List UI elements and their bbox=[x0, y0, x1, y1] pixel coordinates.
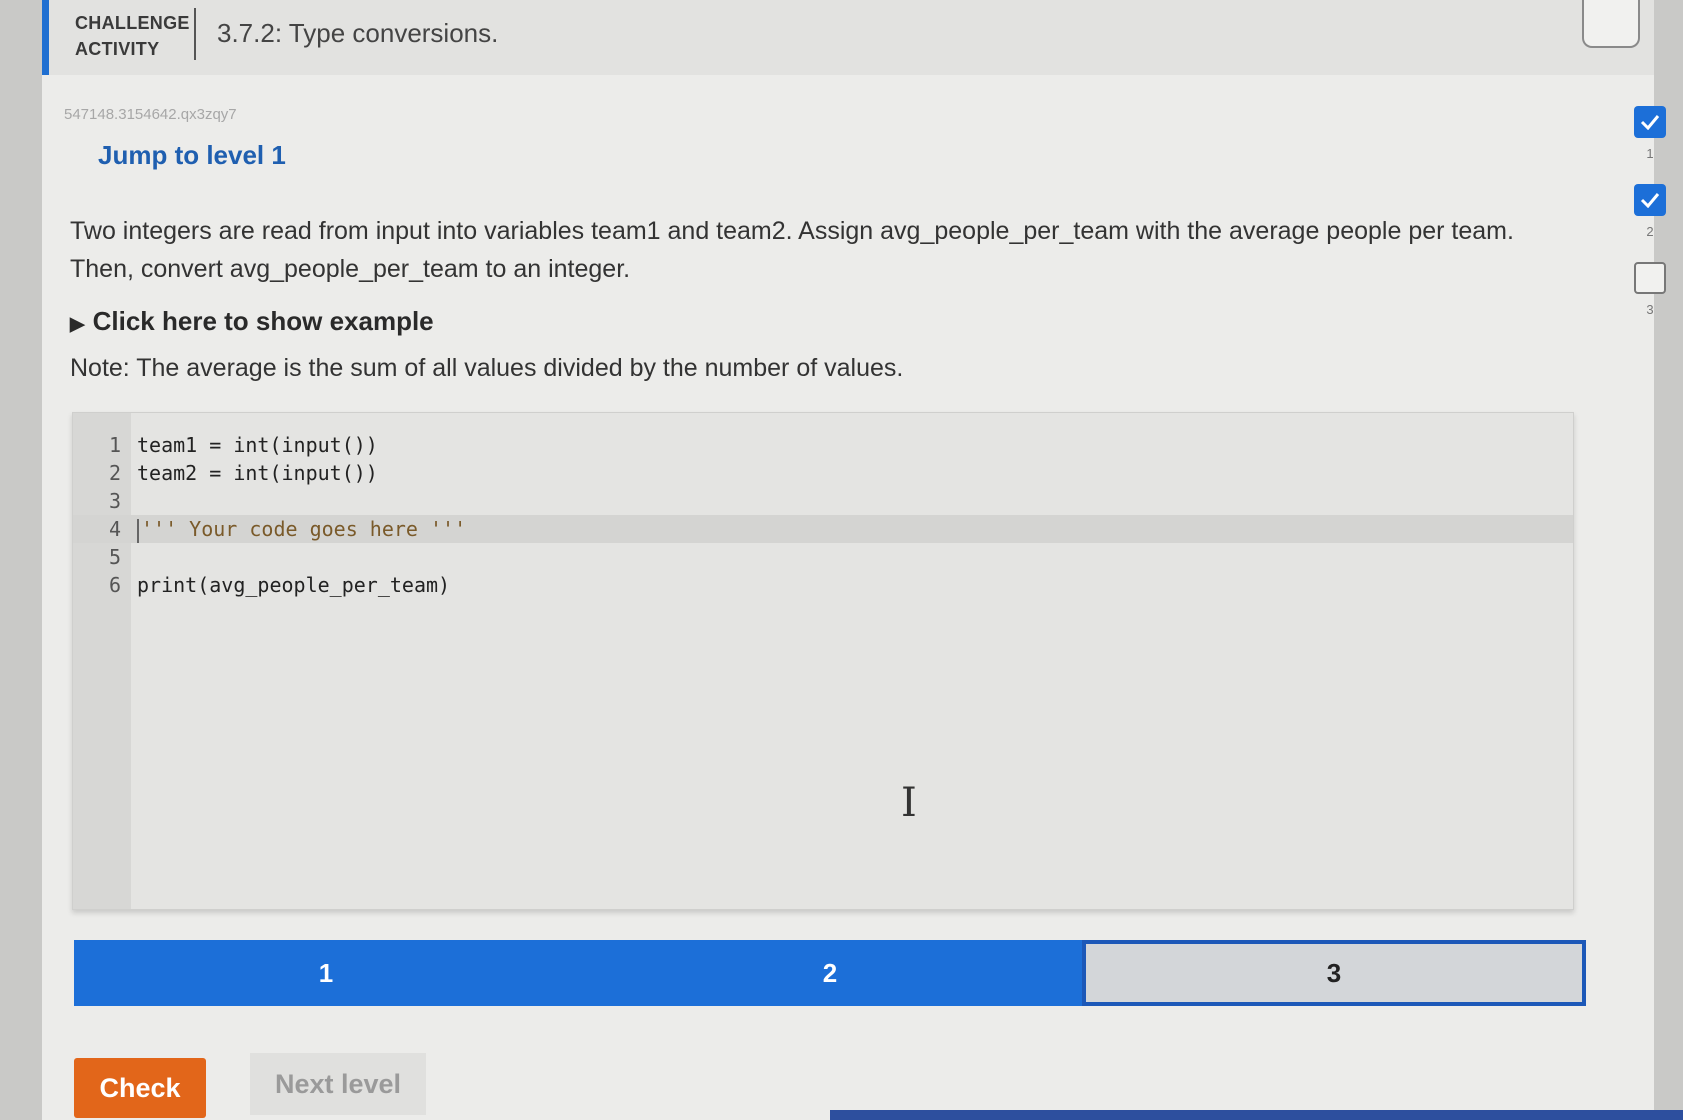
code-line[interactable]: 3 bbox=[73, 487, 1573, 515]
bottom-accent-bar bbox=[830, 1110, 1683, 1120]
line-number: 3 bbox=[108, 489, 121, 513]
code-line[interactable]: 2 team2 = int(input()) bbox=[73, 459, 1573, 487]
level-checkbox-item[interactable]: 3 bbox=[1630, 262, 1670, 340]
code-line[interactable]: 1 team1 = int(input()) bbox=[73, 431, 1573, 459]
next-level-button[interactable]: Next level bbox=[250, 1053, 426, 1115]
activity-title: 3.7.2: Type conversions. bbox=[217, 18, 499, 48]
challenge-activity-card: CHALLENGE ACTIVITY 3.7.2: Type conversio… bbox=[42, 0, 1666, 1120]
level-checkbox-item[interactable]: 2 bbox=[1630, 184, 1670, 262]
jump-to-level-link[interactable]: Jump to level 1 bbox=[98, 140, 286, 171]
progress-level-3[interactable]: 3 bbox=[1082, 940, 1586, 1006]
line-number: 4 bbox=[108, 517, 121, 541]
header-divider bbox=[194, 8, 196, 60]
line-number: 6 bbox=[108, 573, 121, 597]
level-progress-bar: 1 2 3 bbox=[74, 940, 1586, 1006]
show-example-label: Click here to show example bbox=[92, 306, 434, 336]
activity-type-label: CHALLENGE ACTIVITY bbox=[75, 10, 190, 62]
code-text[interactable]: ''' Your code goes here ''' bbox=[137, 515, 466, 543]
level-checkbox-list: 1 2 3 bbox=[1630, 106, 1670, 340]
checkmark-icon bbox=[1634, 184, 1666, 216]
code-line[interactable]: 5 bbox=[73, 543, 1573, 571]
level-checkbox-label: 2 bbox=[1646, 224, 1654, 239]
code-text[interactable]: print(avg_people_per_team) bbox=[137, 571, 450, 599]
code-line-active[interactable]: 4 ''' Your code goes here ''' bbox=[73, 515, 1573, 543]
show-example-toggle[interactable]: ▶ Click here to show example bbox=[70, 306, 434, 337]
progress-level-1[interactable]: 1 bbox=[74, 940, 578, 1006]
level-checkbox-label: 3 bbox=[1646, 302, 1654, 317]
progress-level-label: 2 bbox=[822, 957, 838, 988]
level-checkbox-item[interactable]: 1 bbox=[1630, 106, 1670, 184]
progress-level-label: 1 bbox=[318, 957, 334, 988]
checkmark-icon bbox=[1634, 106, 1666, 138]
activity-header: CHALLENGE ACTIVITY 3.7.2: Type conversio… bbox=[42, 0, 1654, 75]
level-checkbox-label: 1 bbox=[1646, 146, 1654, 161]
code-text[interactable]: team2 = int(input()) bbox=[137, 459, 378, 487]
code-comment[interactable]: ''' Your code goes here ''' bbox=[141, 517, 466, 541]
completion-badge-icon bbox=[1582, 0, 1640, 48]
code-editor[interactable]: 1 team1 = int(input()) 2 team2 = int(inp… bbox=[72, 412, 1574, 910]
progress-level-2[interactable]: 2 bbox=[578, 940, 1082, 1006]
line-number: 5 bbox=[108, 545, 121, 569]
text-cursor bbox=[137, 518, 139, 543]
triangle-right-icon: ▶ bbox=[70, 314, 85, 335]
code-text[interactable]: team1 = int(input()) bbox=[137, 431, 378, 459]
activity-type-line2: ACTIVITY bbox=[75, 39, 160, 59]
ibeam-cursor-icon: I bbox=[901, 780, 917, 826]
empty-checkbox-icon bbox=[1634, 262, 1666, 294]
progress-level-label: 3 bbox=[1326, 957, 1342, 988]
activity-id: 547148.3154642.qx3zqy7 bbox=[64, 106, 237, 123]
code-line[interactable]: 6 print(avg_people_per_team) bbox=[73, 571, 1573, 599]
problem-statement: Two integers are read from input into va… bbox=[70, 217, 1514, 283]
line-number: 1 bbox=[108, 433, 121, 457]
note-text: Note: The average is the sum of all valu… bbox=[70, 354, 904, 382]
line-number: 2 bbox=[108, 461, 121, 485]
activity-type-line1: CHALLENGE bbox=[75, 13, 190, 33]
check-button[interactable]: Check bbox=[74, 1058, 206, 1118]
